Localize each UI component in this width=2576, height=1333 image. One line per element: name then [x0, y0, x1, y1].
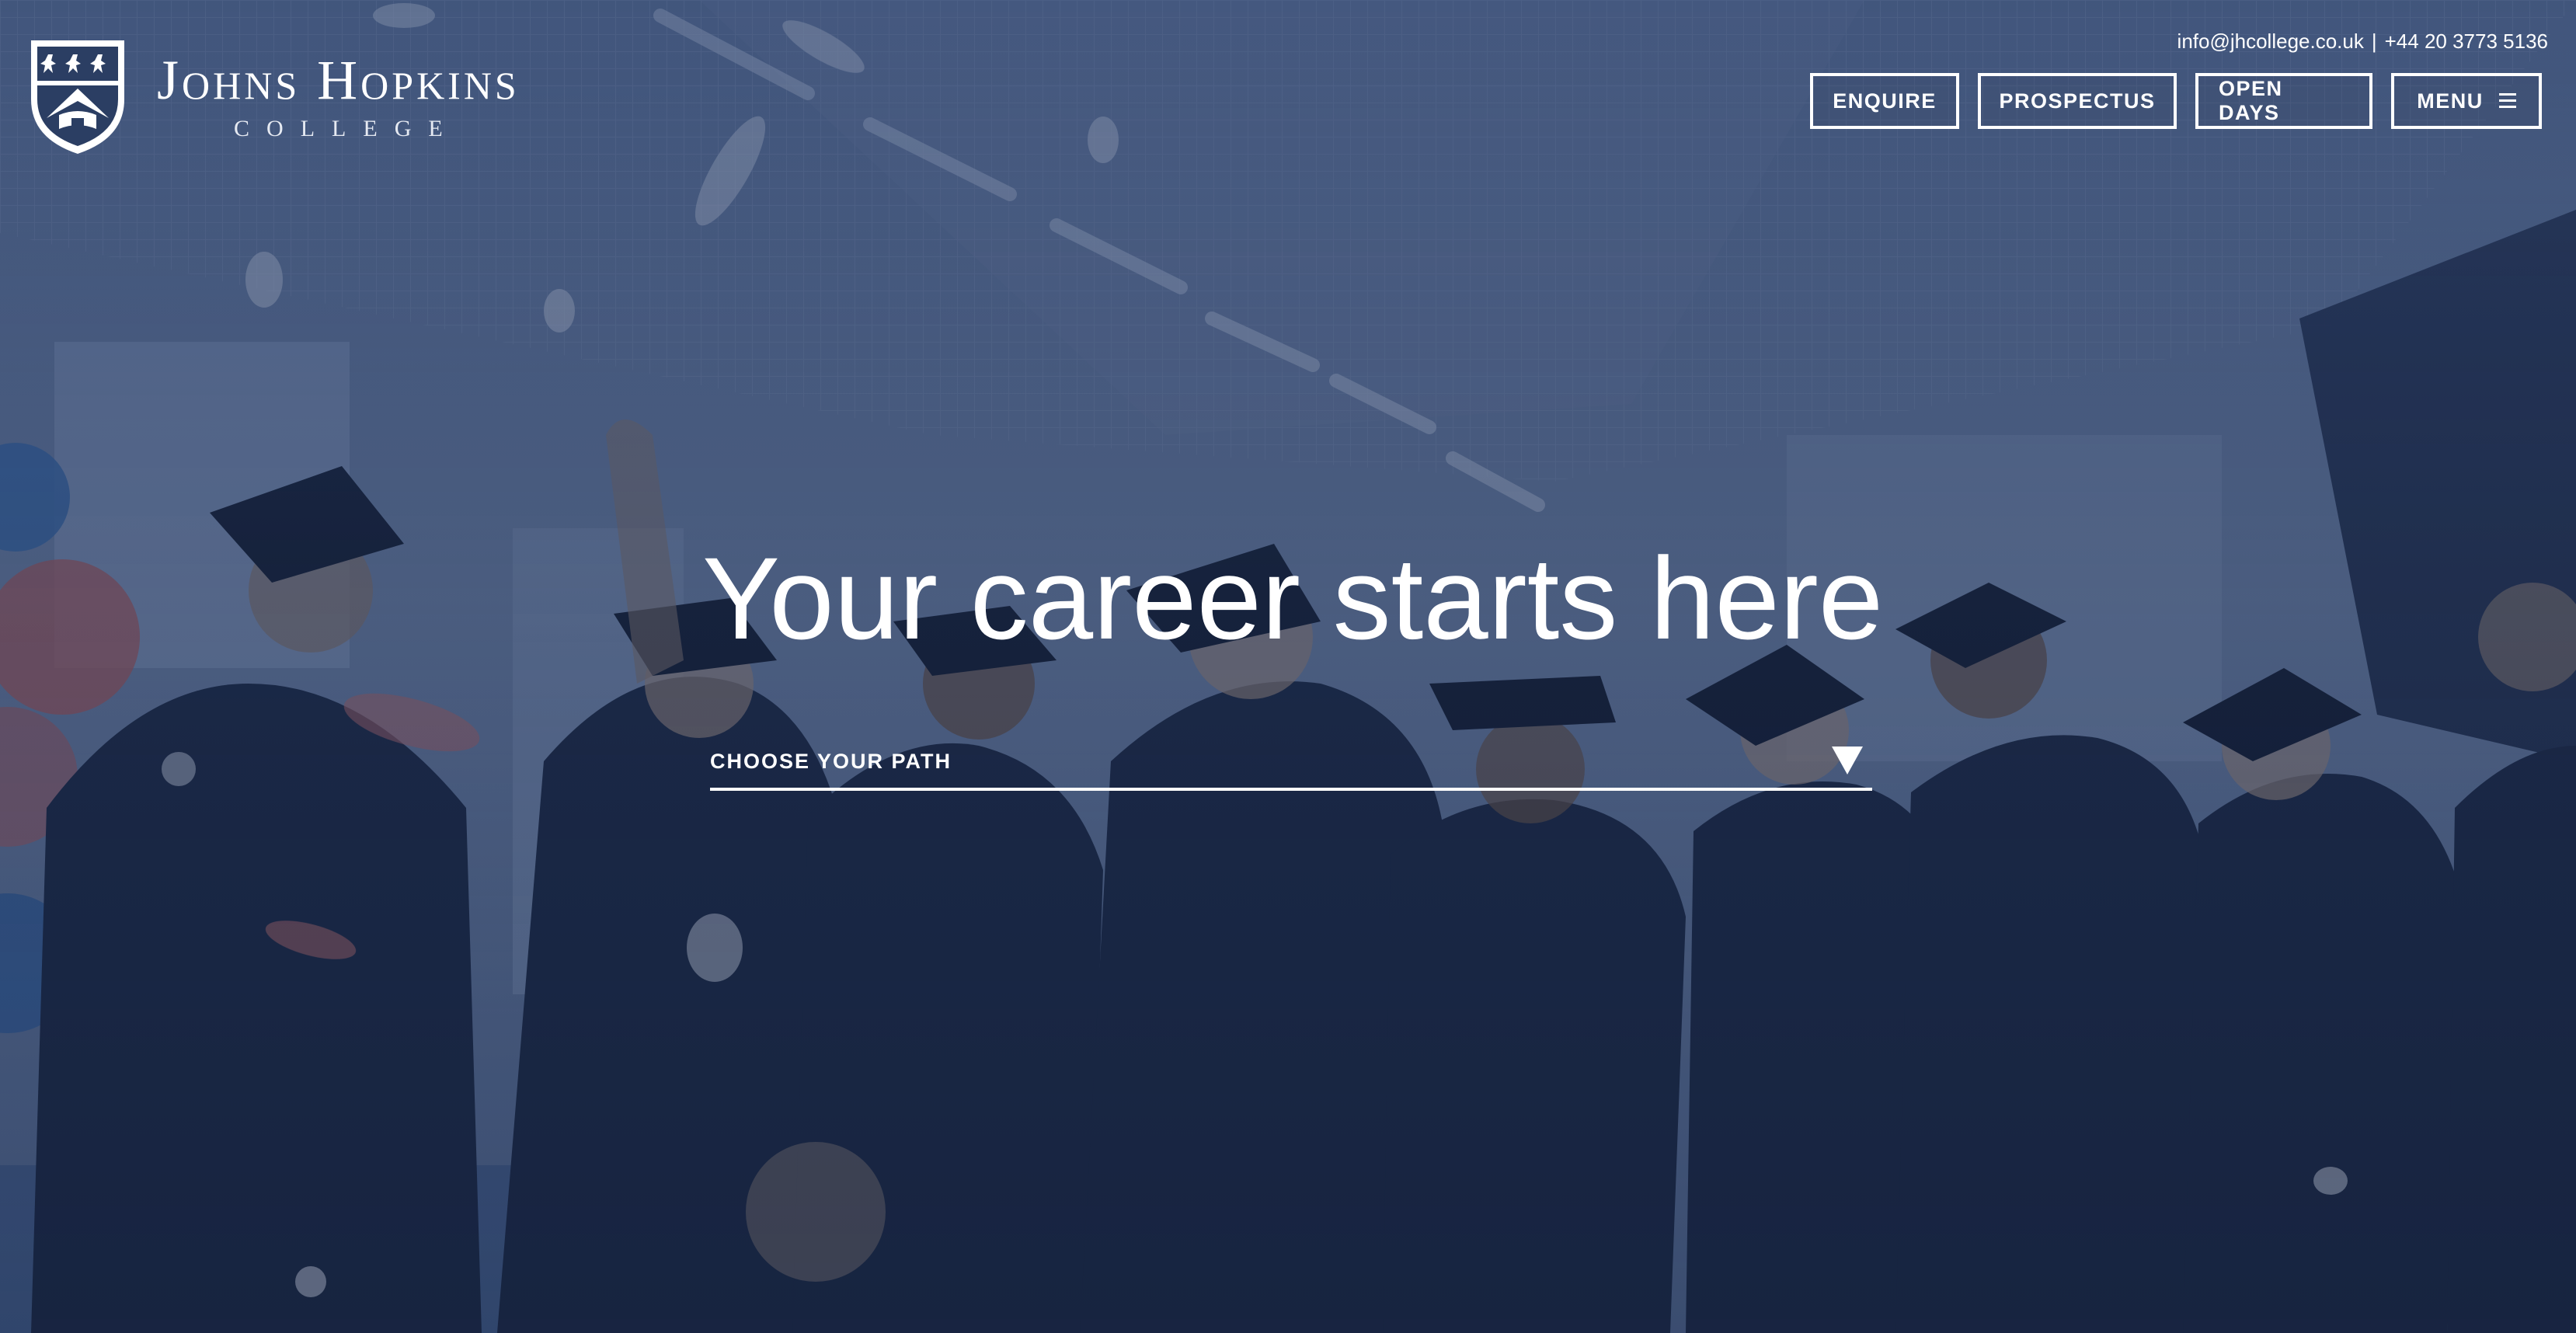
enquire-button-label: ENQUIRE — [1833, 89, 1937, 113]
contact-email-link[interactable]: info@jhcollege.co.uk — [2177, 30, 2364, 54]
menu-button[interactable]: MENU — [2391, 73, 2542, 129]
prospectus-button-label: PROSPECTUS — [1999, 89, 2156, 113]
brand-wordmark: Johns Hopkins COLLEGE — [157, 52, 520, 142]
hero-background-image — [0, 0, 2576, 1333]
brand-name: Johns Hopkins — [157, 49, 520, 111]
header-nav: ENQUIRE PROSPECTUS OPEN DAYS MENU — [1791, 73, 2542, 129]
brand-logo[interactable]: Johns Hopkins COLLEGE — [28, 37, 520, 157]
choose-path-label: CHOOSE YOUR PATH — [710, 749, 952, 773]
choose-path-dropdown[interactable]: CHOOSE YOUR PATH — [710, 741, 1872, 791]
shield-crest-icon — [31, 40, 124, 154]
contact-phone-link[interactable]: +44 20 3773 5136 — [2385, 30, 2548, 54]
brand-subtitle: COLLEGE — [234, 116, 460, 141]
contact-bar: info@jhcollege.co.uk | +44 20 3773 5136 — [2177, 30, 2548, 54]
enquire-button[interactable]: ENQUIRE — [1810, 73, 1959, 129]
hamburger-icon — [2498, 93, 2516, 109]
hero-headline: Your career starts here — [702, 533, 1884, 663]
contact-separator: | — [2371, 30, 2377, 53]
hero-color-overlay — [0, 0, 2576, 1333]
menu-button-label: MENU — [2417, 89, 2484, 113]
open-days-button-label: OPEN DAYS — [2219, 77, 2283, 124]
caret-down-icon — [1832, 747, 1863, 774]
open-days-button[interactable]: OPEN DAYS — [2195, 73, 2372, 129]
prospectus-button[interactable]: PROSPECTUS — [1978, 73, 2177, 129]
